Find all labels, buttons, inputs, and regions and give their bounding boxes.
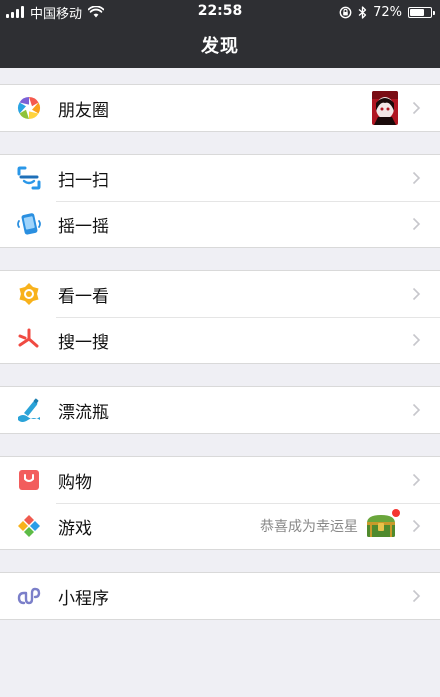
list-item-label: 购物: [58, 472, 92, 493]
list-item-label: 搜一搜: [58, 332, 109, 353]
notification-badge: [392, 509, 400, 517]
status-bar: 中国移动 22:58 72%: [0, 0, 440, 24]
chevron-right-icon: [406, 171, 426, 185]
moments-icon: [16, 95, 42, 121]
group-look-search: 看一看 搜一搜: [0, 270, 440, 364]
shopping-icon: [16, 467, 42, 493]
rotation-lock-icon: [339, 6, 352, 18]
group-mini-programs: 小程序: [0, 572, 440, 620]
chevron-right-icon: [406, 333, 426, 347]
list-item-label: 小程序: [58, 588, 109, 609]
list-item-label: 看一看: [58, 286, 109, 307]
mini-programs-icon: [16, 583, 42, 609]
bluetooth-icon: [358, 5, 367, 19]
list-item-moments[interactable]: 朋友圈: [0, 85, 440, 131]
games-icon: [16, 513, 42, 539]
list-item-label: 扫一扫: [58, 170, 109, 191]
group-scan-shake: 扫一扫 摇一摇: [0, 154, 440, 248]
chevron-right-icon: [406, 101, 426, 115]
top-bar: 中国移动 22:58 72% 发现: [0, 0, 440, 68]
chevron-right-icon: [406, 287, 426, 301]
row-extra: 恭喜成为幸运星: [260, 509, 400, 541]
list-item-search[interactable]: 搜一搜: [0, 317, 440, 363]
drift-bottle-icon: [16, 397, 42, 423]
search-icon: [16, 327, 42, 353]
status-right: 72%: [339, 4, 435, 20]
treasure-chest-icon: [364, 509, 400, 541]
chevron-right-icon: [406, 589, 426, 603]
list-item-label: 朋友圈: [58, 100, 109, 121]
list-item-label: 漂流瓶: [58, 402, 109, 423]
list-item-shake[interactable]: 摇一摇: [0, 201, 440, 247]
chevron-right-icon: [406, 473, 426, 487]
list-item-games[interactable]: 游戏 恭喜成为幸运星: [0, 503, 440, 549]
battery-icon: [408, 6, 435, 18]
chevron-right-icon: [406, 217, 426, 231]
list-item-top-stories[interactable]: 看一看: [0, 271, 440, 317]
list-item-shopping[interactable]: 购物: [0, 457, 440, 503]
scan-icon: [16, 165, 42, 191]
discover-list: 朋友圈 扫一扫 摇一摇 看一看 搜一搜 漂流瓶 购物 游戏 恭喜成为幸运星 小程…: [0, 68, 440, 620]
list-item-scan[interactable]: 扫一扫: [0, 155, 440, 201]
group-shopping-games: 购物 游戏 恭喜成为幸运星: [0, 456, 440, 550]
chevron-right-icon: [406, 403, 426, 417]
moments-thumbnail: [372, 91, 398, 125]
shake-icon: [16, 211, 42, 237]
list-item-label: 游戏: [58, 518, 92, 539]
battery-percent: 72%: [373, 4, 402, 20]
list-item-mini-programs[interactable]: 小程序: [0, 573, 440, 619]
group-moments: 朋友圈: [0, 84, 440, 132]
page-title: 发现: [201, 36, 239, 57]
games-subtitle: 恭喜成为幸运星: [260, 519, 358, 535]
list-item-drift-bottle[interactable]: 漂流瓶: [0, 387, 440, 433]
list-item-label: 摇一摇: [58, 216, 109, 237]
row-extra: [372, 91, 398, 125]
group-drift-bottle: 漂流瓶: [0, 386, 440, 434]
top-stories-icon: [16, 281, 42, 307]
chevron-right-icon: [406, 519, 426, 533]
